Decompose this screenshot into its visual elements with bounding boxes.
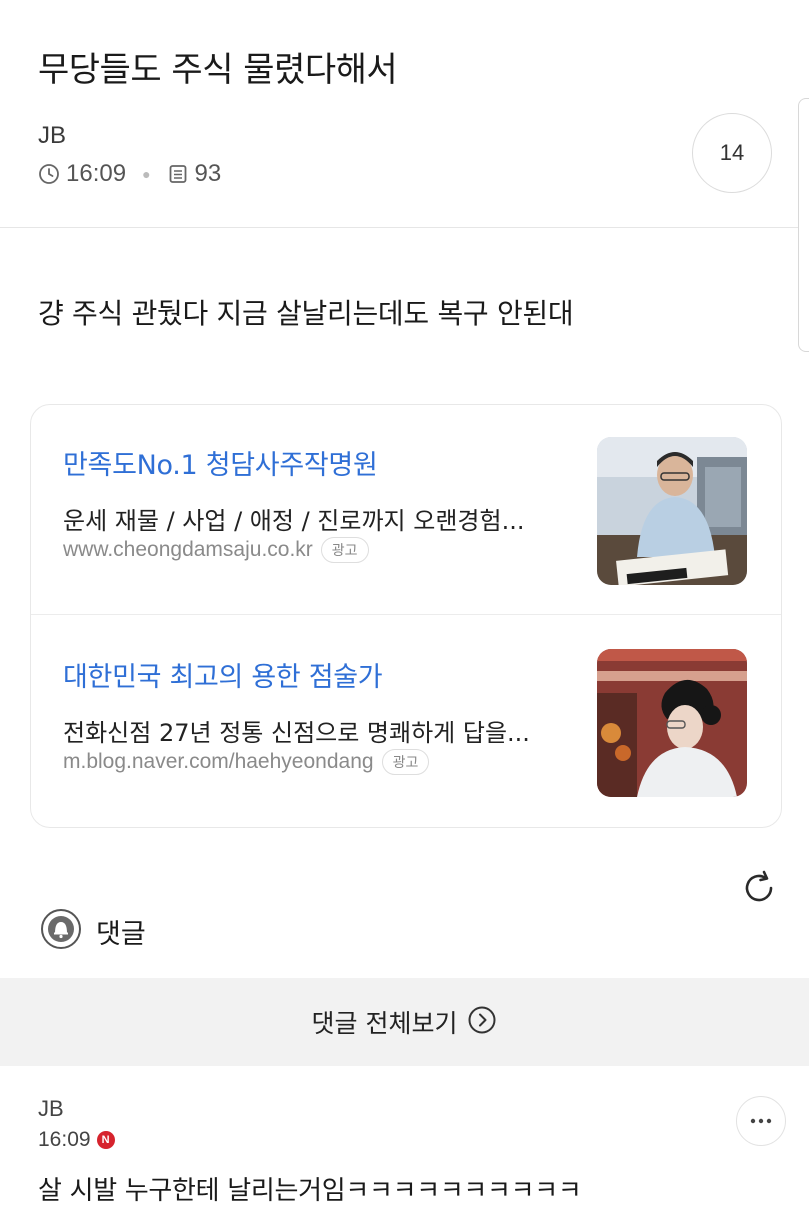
document-icon (167, 163, 189, 185)
post-body: 걍 주식 관뒀다 지금 살날리는데도 복구 안된대 (38, 297, 574, 330)
meta-separator: ● (142, 166, 151, 182)
ad-item[interactable]: 만족도No.1 청담사주작명원 운세 재물 / 사업 / 애정 / 진로까지 오… (31, 405, 781, 615)
post-author[interactable]: JB (38, 122, 66, 150)
comment-time: 16:09 (38, 1128, 91, 1151)
comments-header: 댓글 (40, 908, 146, 954)
new-badge: N (96, 1131, 115, 1149)
ad-description: 운세 재물 / 사업 / 애정 / 진로까지 오랜경험... (63, 507, 525, 535)
comment-author[interactable]: JB (38, 1096, 64, 1122)
ad-url-row: www.cheongdamsaju.co.kr 광고 (63, 537, 369, 563)
ad-item[interactable]: 대한민국 최고의 용한 점술가 전화신점 27년 정통 신점으로 명쾌하게 답을… (31, 617, 781, 827)
post-time: 16:09 (66, 160, 127, 187)
view-all-comments-label: 댓글 전체보기 (311, 1009, 458, 1038)
ad-badge: 광고 (320, 537, 369, 563)
post-meta: 16:09 ● 93 (38, 160, 221, 188)
ad-title[interactable]: 만족도No.1 청담사주작명원 (63, 443, 378, 482)
comment-count-button[interactable]: 14 (692, 113, 772, 193)
ad-url[interactable]: www.cheongdamsaju.co.kr (63, 538, 313, 562)
ad-url[interactable]: m.blog.naver.com/haehyeondang (63, 750, 374, 774)
ad-title[interactable]: 대한민국 최고의 용한 점술가 (63, 655, 383, 694)
refresh-icon[interactable] (737, 866, 781, 910)
chevron-right-circle-icon (457, 1005, 497, 1039)
view-all-comments-button[interactable]: 댓글 전체보기 (0, 978, 809, 1066)
more-dots-icon[interactable] (736, 1096, 786, 1146)
ad-url-row: m.blog.naver.com/haehyeondang 광고 (63, 749, 430, 775)
ad-box: 만족도No.1 청담사주작명원 운세 재물 / 사업 / 애정 / 진로까지 오… (30, 404, 782, 828)
bell-icon[interactable] (40, 908, 82, 954)
post-views: 93 (194, 160, 222, 187)
ad-description: 전화신점 27년 정통 신점으로 명쾌하게 답을... (63, 719, 530, 747)
comment-meta: 16:09 N (38, 1128, 115, 1152)
ad-thumbnail-fortune-teller[interactable] (597, 649, 747, 797)
side-panel-edge (798, 98, 809, 352)
clock-icon (38, 163, 60, 185)
ad-badge: 광고 (381, 749, 430, 775)
post-title: 무당들도 주식 물렸다해서 (38, 50, 398, 90)
comments-label: 댓글 (96, 918, 146, 950)
post-header: 무당들도 주식 물렸다해서 JB 16:09 ● 93 14 (0, 0, 809, 352)
ad-thumbnail-office[interactable] (597, 437, 747, 585)
comment-text: 살 시발 누구한테 날리는거임ㅋㅋㅋㅋㅋㅋㅋㅋㅋㅋ (38, 1176, 582, 1206)
